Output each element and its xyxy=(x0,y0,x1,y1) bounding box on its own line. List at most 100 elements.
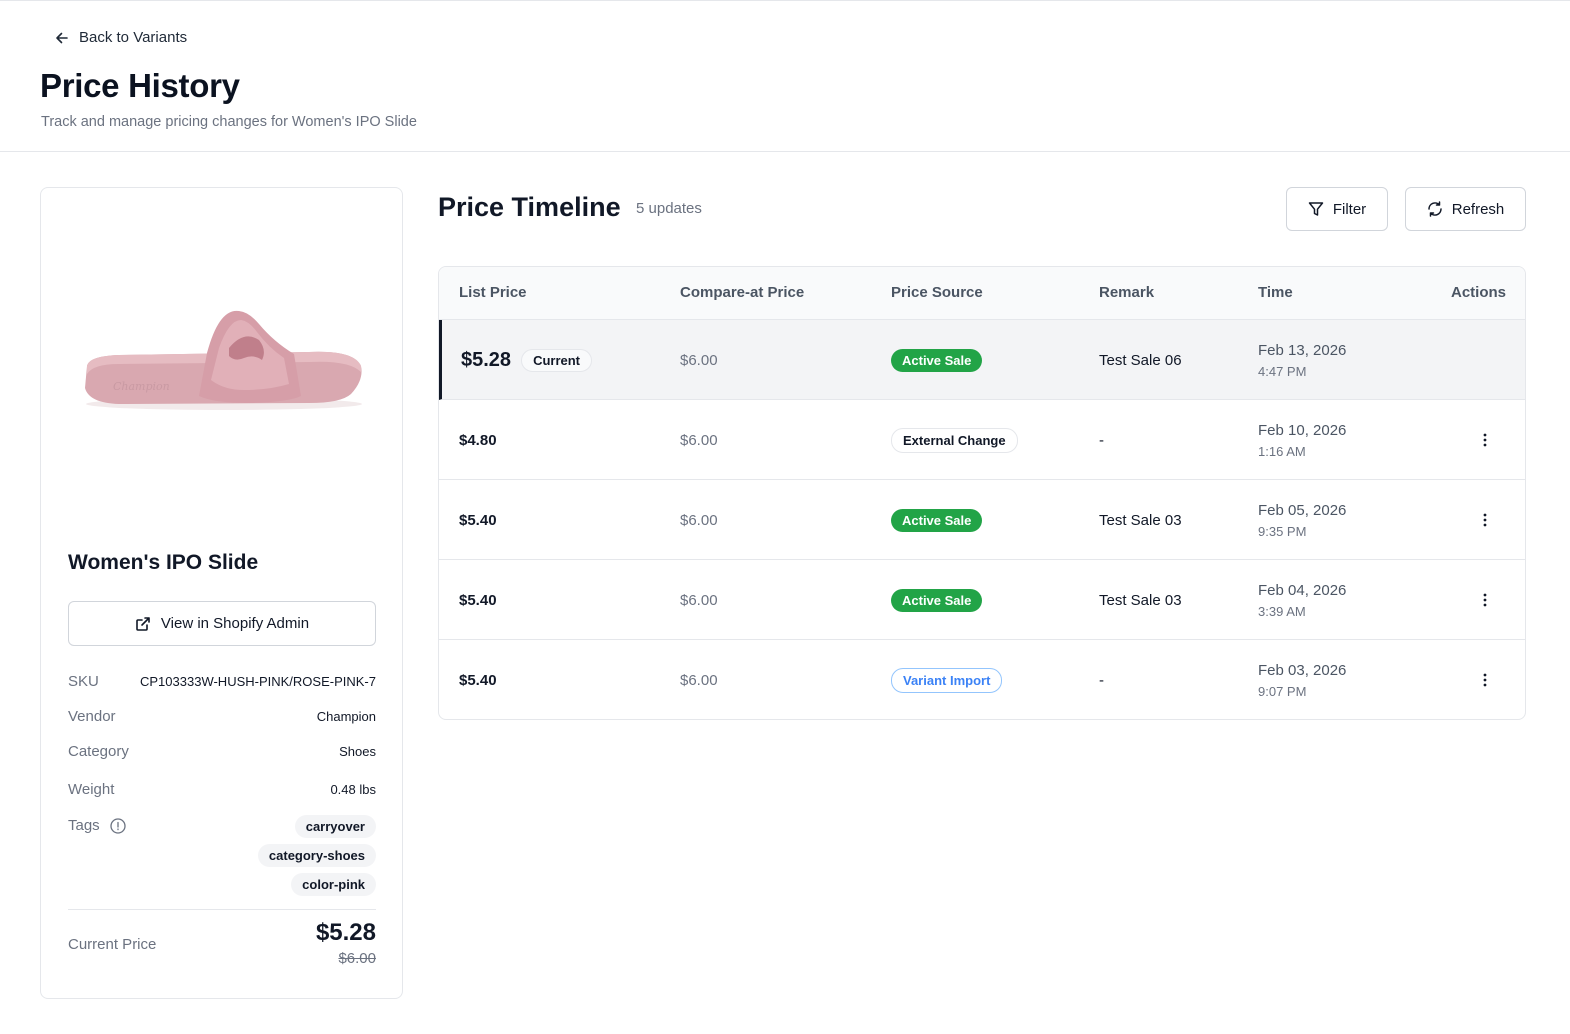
time-cell: Feb 13, 2026 4:47 PM xyxy=(1258,320,1346,400)
list-price: $5.40 xyxy=(459,591,497,609)
page-title: Price History xyxy=(40,67,240,104)
tag-chip: carryover xyxy=(294,815,376,838)
compare-at-price: $6.00 xyxy=(680,511,718,529)
time-date: Feb 03, 2026 xyxy=(1258,661,1347,679)
tags-list: carryover category-shoes color-pink xyxy=(257,815,376,896)
row-actions-button[interactable] xyxy=(1475,510,1495,530)
time-date: Feb 04, 2026 xyxy=(1258,581,1347,599)
time-hour: 1:16 AM xyxy=(1258,443,1306,459)
table-row[interactable]: $5.40 $6.00 Variant Import - Feb 03, 202… xyxy=(439,640,1525,719)
time-date: Feb 05, 2026 xyxy=(1258,501,1347,519)
tags-label: Tags xyxy=(68,817,100,834)
remark: - xyxy=(1099,671,1104,689)
time-cell: Feb 10, 2026 1:16 AM xyxy=(1258,400,1346,480)
info-icon[interactable] xyxy=(110,817,126,834)
filter-label: Filter xyxy=(1332,200,1367,218)
more-vertical-icon xyxy=(1483,593,1487,607)
more-vertical-icon xyxy=(1483,513,1487,527)
remark: Test Sale 03 xyxy=(1099,511,1182,529)
column-header-list-price: List Price xyxy=(459,284,527,301)
time-hour: 9:35 PM xyxy=(1258,523,1307,539)
table-row[interactable]: $5.28 Current $6.00 Active Sale Test Sal… xyxy=(439,320,1525,400)
list-price: $4.80 xyxy=(459,431,497,449)
compare-cell: $6.00 xyxy=(680,320,718,400)
row-actions-button[interactable] xyxy=(1475,430,1495,450)
remark-cell: Test Sale 06 xyxy=(1099,320,1182,400)
tag-chip: color-pink xyxy=(291,873,376,896)
row-actions-button[interactable] xyxy=(1475,590,1495,610)
actions-cell xyxy=(1475,640,1495,719)
table-row[interactable]: $4.80 $6.00 External Change - Feb 10, 20… xyxy=(439,400,1525,480)
source-cell: Variant Import xyxy=(891,640,1003,719)
source-cell: Active Sale xyxy=(891,480,983,560)
list-price-cell: $5.28 Current xyxy=(461,320,593,400)
time-cell: Feb 05, 2026 9:35 PM xyxy=(1258,480,1346,560)
time-date: Feb 13, 2026 xyxy=(1258,341,1347,359)
column-header-compare-at-price: Compare-at Price xyxy=(680,284,805,301)
external-link-icon xyxy=(136,616,150,631)
refresh-icon xyxy=(1427,201,1442,217)
row-actions-button[interactable] xyxy=(1475,670,1495,690)
compare-at-price: $6.00 xyxy=(680,431,718,449)
current-badge: Current xyxy=(521,348,593,372)
actions-cell xyxy=(1475,560,1495,640)
refresh-button[interactable]: Refresh xyxy=(1405,187,1526,231)
back-label: Back to Variants xyxy=(79,29,188,46)
page-header: Back to Variants Price History Track and… xyxy=(0,1,1570,152)
sku-row: SKU CP103333W-HUSH-PINK/ROSE-PINK-7 xyxy=(68,673,376,690)
source-cell: Active Sale xyxy=(891,560,983,640)
price-source-badge: Active Sale xyxy=(891,588,983,612)
column-header-time: Time xyxy=(1258,284,1293,301)
list-price-cell: $5.40 xyxy=(459,480,497,560)
remark-cell: - xyxy=(1099,640,1104,719)
timeline-title: Price Timeline xyxy=(438,192,621,222)
product-card: Champion Women's IPO Slide View in Shopi… xyxy=(40,187,403,999)
source-cell: External Change xyxy=(891,400,1018,480)
list-price-cell: $5.40 xyxy=(459,560,497,640)
remark-cell: - xyxy=(1099,400,1104,480)
time-hour: 4:47 PM xyxy=(1258,363,1307,379)
remark: - xyxy=(1099,431,1104,449)
compare-at-price: $6.00 xyxy=(680,591,718,609)
list-price-cell: $5.40 xyxy=(459,640,497,719)
actions-cell xyxy=(1475,400,1495,480)
price-timeline-table: List Price Compare-at Price Price Source… xyxy=(438,266,1526,720)
category-label: Category xyxy=(68,743,129,760)
divider xyxy=(68,909,376,910)
vendor-row: Vendor Champion xyxy=(68,708,376,725)
time-hour: 9:07 PM xyxy=(1258,683,1307,699)
weight-row: Weight 0.48 lbs xyxy=(68,781,376,798)
compare-at-price: $6.00 xyxy=(680,671,718,689)
time-cell: Feb 04, 2026 3:39 AM xyxy=(1258,560,1346,640)
remark-cell: Test Sale 03 xyxy=(1099,480,1182,560)
filter-icon xyxy=(1308,202,1324,216)
view-in-shopify-admin-button[interactable]: View in Shopify Admin xyxy=(68,601,376,646)
product-image: Champion xyxy=(85,310,362,410)
more-vertical-icon xyxy=(1483,433,1487,447)
refresh-label: Refresh xyxy=(1451,200,1505,218)
compare-at-price-value: $6.00 xyxy=(338,950,376,967)
vendor-value: Champion xyxy=(316,709,376,724)
weight-value: 0.48 lbs xyxy=(330,782,376,797)
category-value: Shoes xyxy=(339,744,376,759)
compare-cell: $6.00 xyxy=(680,560,718,640)
shopify-button-label: View in Shopify Admin xyxy=(160,615,310,632)
remark-cell: Test Sale 03 xyxy=(1099,560,1182,640)
table-row[interactable]: $5.40 $6.00 Active Sale Test Sale 03 Feb… xyxy=(439,560,1525,640)
time-hour: 3:39 AM xyxy=(1258,603,1306,619)
source-cell: Active Sale xyxy=(891,320,983,400)
tags-label-wrap: Tags xyxy=(68,817,126,834)
sku-value: CP103333W-HUSH-PINK/ROSE-PINK-7 xyxy=(140,674,376,689)
table-row[interactable]: $5.40 $6.00 Active Sale Test Sale 03 Feb… xyxy=(439,480,1525,560)
column-header-remark: Remark xyxy=(1099,284,1155,301)
back-to-variants-link[interactable]: Back to Variants xyxy=(54,29,187,46)
actions-cell xyxy=(1475,480,1495,560)
compare-cell: $6.00 xyxy=(680,640,718,719)
price-source-badge: Active Sale xyxy=(891,348,983,372)
filter-button[interactable]: Filter xyxy=(1286,187,1388,231)
compare-cell: $6.00 xyxy=(680,400,718,480)
tag-chip: category-shoes xyxy=(257,844,376,867)
sku-label: SKU xyxy=(68,673,99,690)
list-price-cell: $4.80 xyxy=(459,400,497,480)
list-price: $5.40 xyxy=(459,671,497,689)
